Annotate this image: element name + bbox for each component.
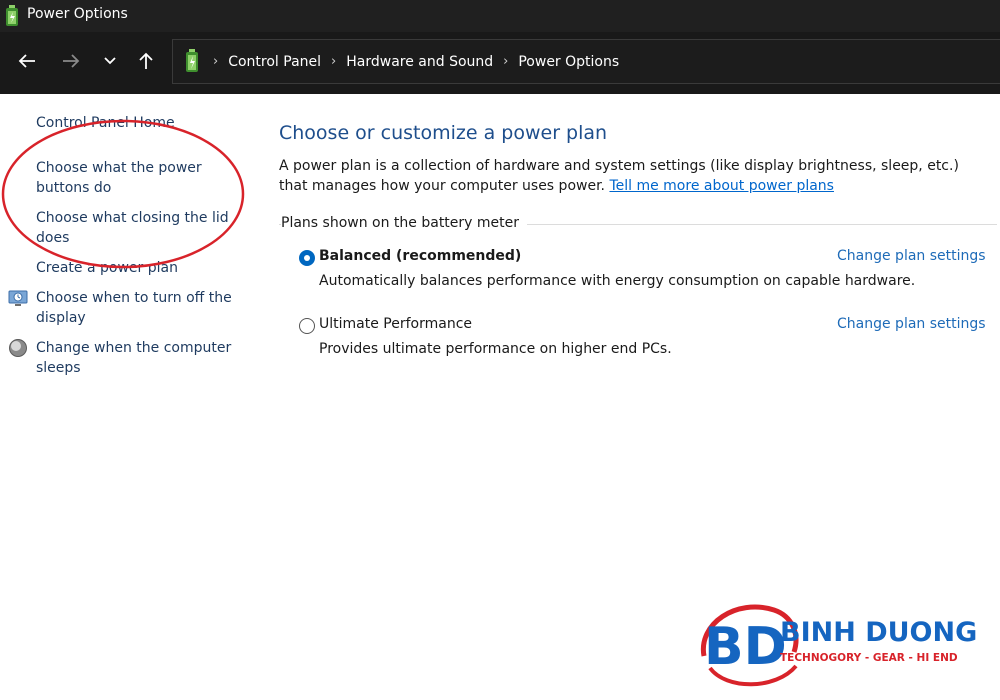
page-title: Choose or customize a power plan — [279, 122, 608, 144]
closing-lid-link[interactable]: Choose what closing the lid does — [36, 208, 236, 248]
recent-locations-button[interactable] — [95, 46, 125, 76]
sleep-moon-icon — [9, 339, 27, 357]
chevron-right-icon: › — [331, 54, 337, 69]
title-bar: Power Options — [0, 0, 1000, 32]
control-panel-home-link[interactable]: Control Panel Home — [36, 113, 236, 133]
chevron-down-icon — [104, 57, 116, 65]
window-title: Power Options — [27, 6, 128, 22]
logo-tagline: TECHNOGORY - GEAR - HI END — [780, 652, 958, 664]
chevron-right-icon: › — [213, 54, 219, 69]
plan-description: Provides ultimate performance on higher … — [319, 341, 672, 357]
radio-balanced[interactable] — [299, 250, 315, 266]
battery-icon — [186, 49, 198, 72]
breadcrumb: › Control Panel › Hardware and Sound › P… — [209, 40, 625, 83]
sidebar: Control Panel Home Choose what the power… — [0, 94, 250, 700]
change-plan-settings-link[interactable]: Change plan settings — [837, 316, 986, 332]
brand-watermark-logo: BD BINH DUONG TECHNOGORY - GEAR - HI END — [700, 604, 977, 687]
battery-icon — [6, 5, 18, 26]
forward-button[interactable] — [56, 46, 86, 76]
breadcrumb-power-options[interactable]: Power Options — [518, 54, 619, 70]
up-button[interactable] — [131, 46, 161, 76]
learn-more-link[interactable]: Tell me more about power plans — [609, 178, 834, 194]
arrow-left-icon — [18, 54, 35, 68]
plan-description: Automatically balances performance with … — [319, 273, 916, 289]
arrow-right-icon — [63, 54, 80, 68]
logo-monogram: BD — [704, 617, 787, 677]
arrow-up-icon — [139, 52, 153, 69]
turn-off-display-link[interactable]: Choose when to turn off the display — [36, 288, 236, 328]
plan-name[interactable]: Ultimate Performance — [319, 316, 472, 332]
address-bar[interactable]: › Control Panel › Hardware and Sound › P… — [172, 39, 1000, 84]
display-monitor-icon — [8, 290, 28, 306]
logo-brand-name: BINH DUONG — [780, 617, 977, 648]
back-button[interactable] — [12, 46, 42, 76]
breadcrumb-hardware-and-sound[interactable]: Hardware and Sound — [346, 54, 493, 70]
navigation-bar: › Control Panel › Hardware and Sound › P… — [0, 32, 1000, 94]
radio-ultimate-performance[interactable] — [299, 318, 315, 334]
computer-sleeps-link[interactable]: Change when the computer sleeps — [36, 338, 236, 378]
chevron-right-icon: › — [503, 54, 509, 69]
power-buttons-link[interactable]: Choose what the power buttons do — [36, 158, 236, 198]
section-label: Plans shown on the battery meter — [281, 215, 528, 231]
plan-name[interactable]: Balanced (recommended) — [319, 248, 521, 264]
change-plan-settings-link[interactable]: Change plan settings — [837, 248, 986, 264]
breadcrumb-control-panel[interactable]: Control Panel — [228, 54, 321, 70]
page-description: A power plan is a collection of hardware… — [279, 156, 979, 196]
create-power-plan-link[interactable]: Create a power plan — [36, 258, 236, 278]
